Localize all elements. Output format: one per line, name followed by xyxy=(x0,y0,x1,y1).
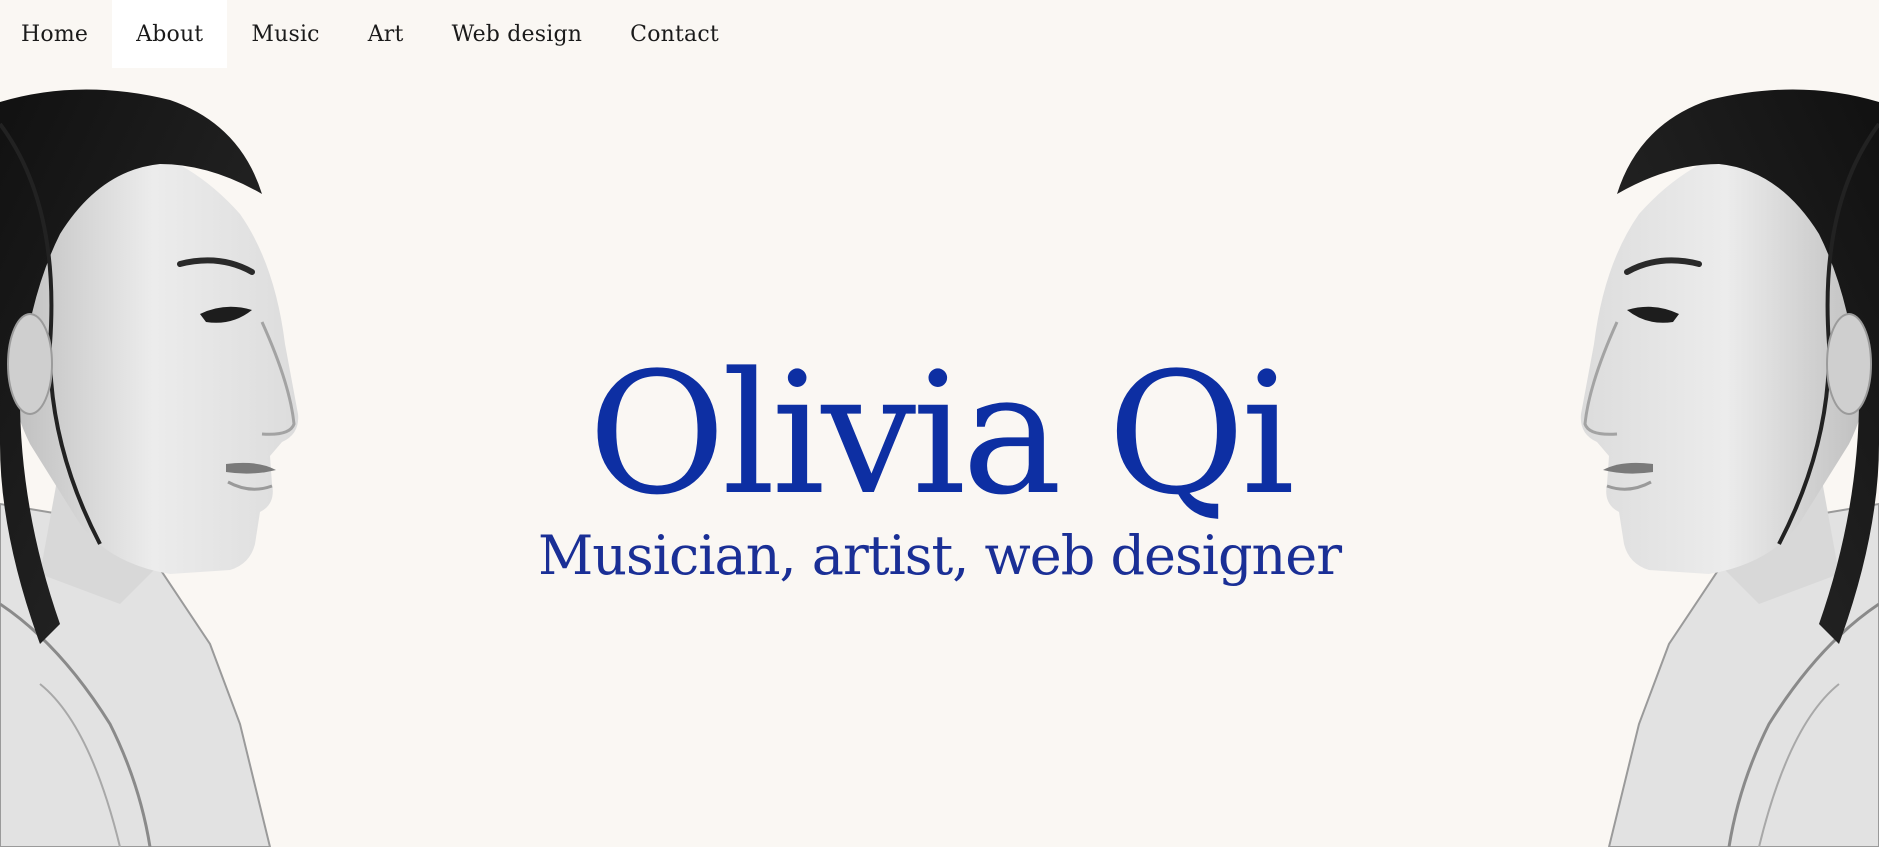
main-nav: Home About Music Art Web design Contact xyxy=(0,0,743,68)
hero-tagline: Musician, artist, web designer xyxy=(537,524,1342,587)
nav-item-art[interactable]: Art xyxy=(344,0,428,68)
hero-section: Olivia Qi Musician, artist, web designer xyxy=(0,350,1879,586)
hero-name: Olivia Qi xyxy=(588,336,1295,532)
nav-item-music[interactable]: Music xyxy=(227,0,343,68)
nav-item-home[interactable]: Home xyxy=(0,0,112,68)
nav-item-contact[interactable]: Contact xyxy=(606,0,743,68)
nav-item-web-design[interactable]: Web design xyxy=(428,0,607,68)
nav-item-about[interactable]: About xyxy=(112,0,228,68)
